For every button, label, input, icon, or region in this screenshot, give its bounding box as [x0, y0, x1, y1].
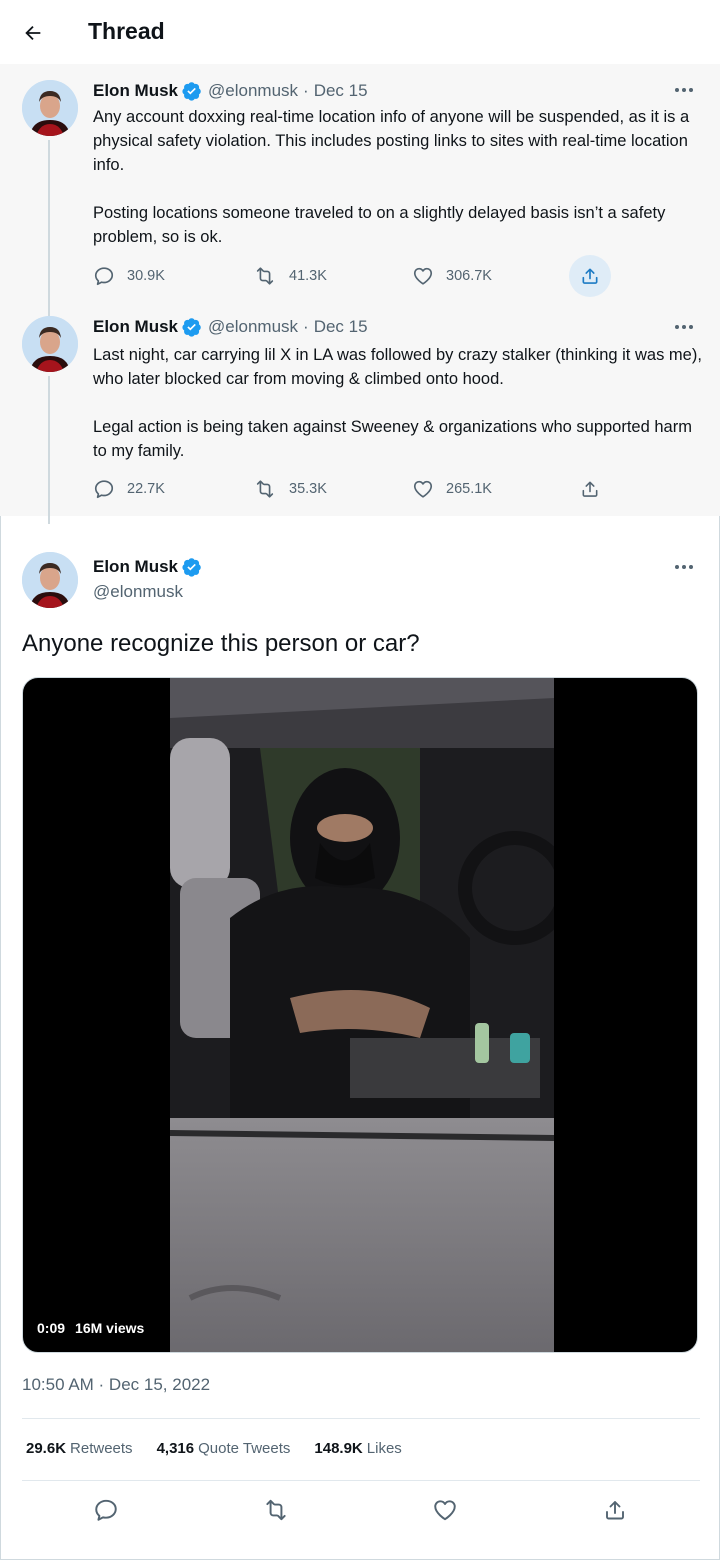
divider [22, 1418, 700, 1419]
main-tweet-text: Anyone recognize this person or car? [22, 630, 420, 657]
tweet-paragraph: Any account doxxing real-time location i… [93, 108, 690, 174]
share-button[interactable] [580, 256, 600, 296]
divider [22, 1480, 700, 1481]
thread-connector-line [48, 140, 50, 302]
tweet-paragraph: Last night, car carrying lil X in LA was… [93, 346, 702, 388]
retweet-button[interactable]: 35.3K [253, 469, 327, 509]
verified-badge-icon [182, 558, 201, 577]
stat-likes[interactable]: 148.9K Likes [314, 1440, 401, 1457]
retweet-button[interactable] [258, 1492, 294, 1528]
stat-value: 4,316 [156, 1440, 195, 1457]
verified-badge-icon [182, 318, 201, 337]
more-button[interactable] [672, 80, 696, 100]
retweet-count: 35.3K [289, 481, 327, 497]
more-button[interactable] [672, 557, 696, 577]
video-player[interactable]: 0:09 16M views [22, 677, 698, 1353]
author-name[interactable]: Elon Musk [93, 317, 178, 337]
stat-label: Retweets [70, 1440, 133, 1457]
share-icon [582, 268, 598, 284]
avatar[interactable] [22, 80, 78, 136]
video-views: 16M views [75, 1320, 145, 1336]
tweet-paragraph: Posting locations someone traveled to on… [93, 204, 666, 246]
separator-dot: · [303, 81, 309, 100]
verified-badge-icon [182, 82, 201, 101]
share-icon [582, 481, 598, 497]
share-button[interactable] [580, 469, 600, 509]
retweet-button[interactable]: 41.3K [253, 256, 327, 296]
arrow-left-icon [25, 25, 41, 41]
like-count: 306.7K [446, 268, 492, 284]
author-name[interactable]: Elon Musk [93, 81, 178, 101]
heart-icon [413, 480, 433, 498]
share-button[interactable] [597, 1492, 633, 1528]
retweet-icon [266, 1499, 286, 1521]
retweet-icon [256, 480, 274, 498]
retweet-icon [256, 267, 274, 285]
separator-dot: · [303, 317, 309, 336]
reply-icon [95, 1499, 117, 1521]
author-handle[interactable]: @elonmusk [208, 317, 298, 337]
thread-tweet-2[interactable]: Elon Musk @elonmusk · Dec 15 Last night,… [0, 302, 720, 524]
tweet-header: Elon Musk @elonmusk · Dec 15 [93, 317, 368, 337]
like-button[interactable]: 306.7K [412, 256, 492, 296]
author-handle[interactable]: @elonmusk [208, 81, 298, 101]
reply-button[interactable]: 22.7K [93, 469, 165, 509]
like-count: 265.1K [446, 481, 492, 497]
heart-icon [434, 1500, 456, 1521]
thread-connector-line [48, 376, 50, 524]
tweet-actions: 30.9K 41.3K 306.7K [93, 255, 653, 297]
video-meta: 0:09 16M views [37, 1320, 144, 1336]
thread-header: Thread [0, 0, 720, 64]
author-name[interactable]: Elon Musk [93, 557, 178, 577]
like-button[interactable] [427, 1492, 463, 1528]
stat-label: Quote Tweets [198, 1440, 291, 1457]
heart-icon [413, 267, 433, 285]
avatar[interactable] [22, 316, 78, 372]
more-button[interactable] [672, 317, 696, 337]
reply-button[interactable]: 30.9K [93, 256, 165, 296]
main-tweet-actions [0, 1490, 720, 1530]
reply-button[interactable] [88, 1492, 124, 1528]
thread-tweet-1[interactable]: Elon Musk @elonmusk · Dec 15 Any account… [0, 64, 720, 302]
tweet-date[interactable]: Dec 15 [314, 317, 368, 337]
stat-value: 148.9K [314, 1440, 363, 1457]
like-button[interactable]: 265.1K [412, 469, 492, 509]
avatar-image [22, 80, 78, 136]
avatar-image [22, 316, 78, 372]
video-duration: 0:09 [37, 1320, 66, 1336]
more-icon [675, 565, 693, 569]
tweet-timestamp[interactable]: 10:50 AM · Dec 15, 2022 [22, 1375, 210, 1395]
tweet-paragraph: Legal action is being taken against Swee… [93, 418, 692, 460]
back-button[interactable] [16, 16, 50, 50]
tweet-text: Last night, car carrying lil X in LA was… [93, 343, 703, 463]
main-author: Elon Musk [93, 557, 202, 577]
tweet-date[interactable]: Dec 15 [314, 81, 368, 101]
author-handle[interactable]: @elonmusk [93, 582, 183, 602]
share-icon [606, 1501, 624, 1520]
tweet-header: Elon Musk @elonmusk · Dec 15 [93, 81, 368, 101]
tweet-stats: 29.6K Retweets 4,316 Quote Tweets 148.9K Li… [26, 1440, 426, 1457]
reply-icon [94, 480, 114, 499]
tweet-text: Any account doxxing real-time location i… [93, 105, 703, 249]
more-icon [675, 325, 693, 329]
avatar[interactable] [22, 552, 78, 608]
reply-icon [94, 267, 114, 286]
retweet-count: 41.3K [289, 268, 327, 284]
stat-label: Likes [366, 1440, 402, 1457]
stat-value: 29.6K [26, 1440, 67, 1457]
page-title: Thread [88, 18, 165, 44]
reply-count: 22.7K [127, 481, 165, 497]
stat-retweets[interactable]: 29.6K Retweets [26, 1440, 133, 1457]
video-thumbnail [170, 678, 554, 1352]
thread-connector-line [48, 302, 50, 316]
avatar-image [22, 552, 78, 608]
tweet-actions: 22.7K 35.3K 265.1K [93, 469, 653, 509]
thread-connector-line [48, 516, 50, 524]
more-icon [675, 88, 693, 92]
reply-count: 30.9K [127, 268, 165, 284]
stat-quote-tweets[interactable]: 4,316 Quote Tweets [157, 1440, 291, 1457]
